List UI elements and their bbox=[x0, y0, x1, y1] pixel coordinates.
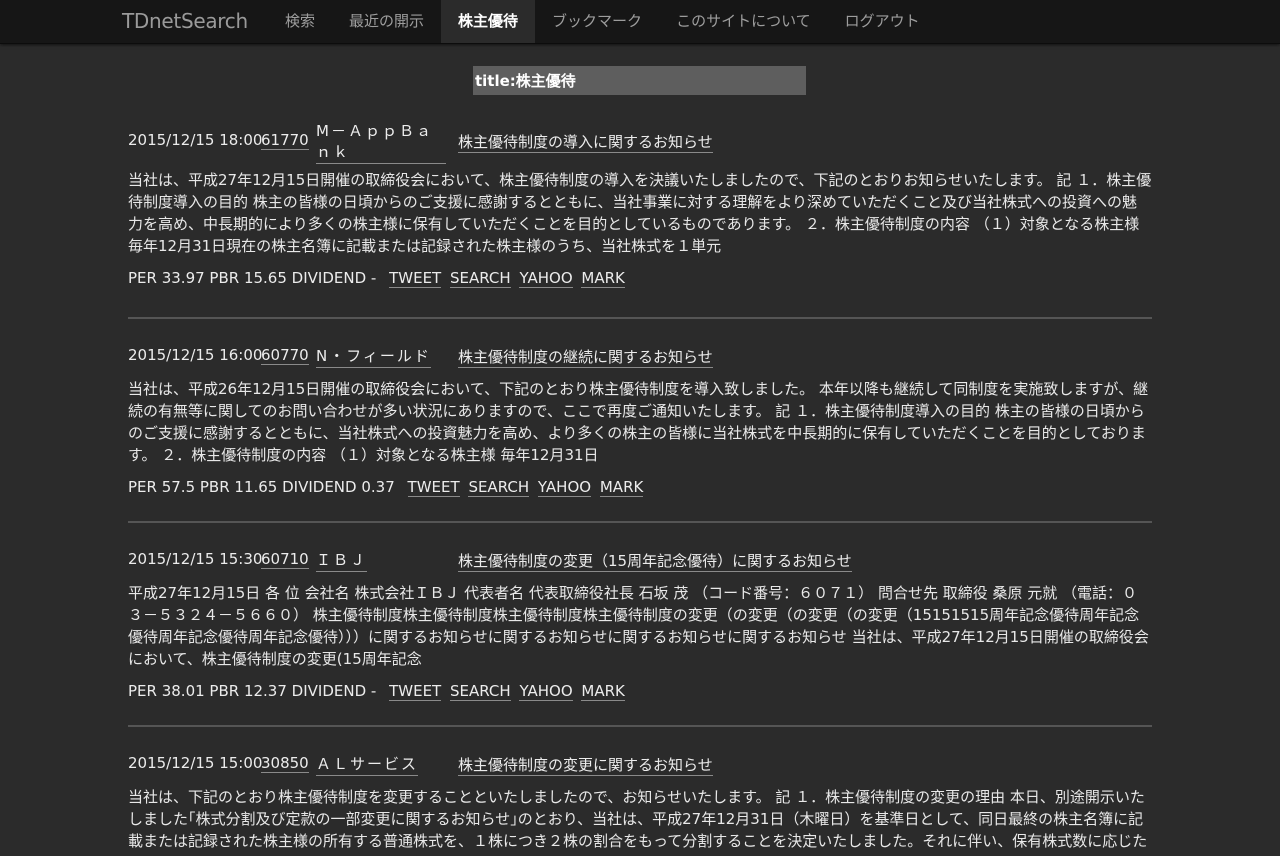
entry-code-link[interactable]: 61770 bbox=[261, 131, 309, 150]
entry-code-link[interactable]: 60770 bbox=[261, 346, 309, 365]
entry-summary: 当社は、平成26年12月15日開催の取締役会において、下記のとおり株主優待制度を… bbox=[128, 380, 1149, 464]
disclosure-entry: 2015/12/15 15:00 30850 ＡＬサービス 株主優待制度の変更に… bbox=[128, 754, 1152, 852]
entry-title-link[interactable]: 株主優待制度の継続に関するお知らせ bbox=[458, 346, 713, 368]
entry-metrics: PER 38.01 PBR 12.37 DIVIDEND - bbox=[128, 682, 377, 700]
nav-item-search[interactable]: 検索 bbox=[268, 0, 332, 43]
entry-header: 2015/12/15 18:00 61770 M－ＡｐｐＢａｎｋ 株主優待制度の… bbox=[128, 122, 1152, 164]
entry-title-link[interactable]: 株主優待制度の導入に関するお知らせ bbox=[458, 131, 713, 153]
yahoo-link[interactable]: YAHOO bbox=[519, 269, 573, 288]
entry-summary: 当社は、下記のとおり株主優待制度を変更することといたしましたので、お知らせいたし… bbox=[128, 788, 1148, 850]
search-input[interactable] bbox=[473, 66, 806, 95]
search-link[interactable]: SEARCH bbox=[450, 269, 511, 288]
nav-item-yutai[interactable]: 株主優待 bbox=[441, 0, 536, 43]
entry-company-link[interactable]: M－ＡｐｐＢａｎｋ bbox=[316, 121, 446, 164]
nav-item-logout[interactable]: ログアウト bbox=[828, 0, 937, 43]
entry-company-link[interactable]: ＩＢＪ bbox=[316, 550, 368, 572]
brand-link[interactable]: TDnetSearch bbox=[122, 0, 248, 43]
navbar: TDnetSearch 検索 最近の開示 株主優待 ブックマーク このサイトにつ… bbox=[0, 0, 1280, 44]
nav-item-bookmark[interactable]: ブックマーク bbox=[535, 0, 659, 43]
yahoo-link[interactable]: YAHOO bbox=[519, 682, 573, 701]
entry-metrics: PER 57.5 PBR 11.65 DIVIDEND 0.37 bbox=[128, 478, 395, 496]
entry-title-link[interactable]: 株主優待制度の変更に関するお知らせ bbox=[458, 754, 713, 776]
disclosure-entry: 2015/12/15 18:00 61770 M－ＡｐｐＢａｎｋ 株主優待制度の… bbox=[128, 122, 1152, 288]
entry-datetime: 2015/12/15 18:00 bbox=[128, 131, 263, 149]
disclosure-entry: 2015/12/15 16:00 60770 N・フィールド 株主優待制度の継続… bbox=[128, 346, 1152, 497]
entry-summary: 平成27年12月15日 各 位 会社名 株式会社ＩＢＪ 代表者名 代表取締役社長… bbox=[128, 584, 1149, 668]
divider bbox=[128, 317, 1152, 319]
entry-metrics: PER 33.97 PBR 15.65 DIVIDEND - bbox=[128, 269, 377, 287]
entry-company-link[interactable]: ＡＬサービス bbox=[316, 754, 419, 776]
entry-code-link[interactable]: 30850 bbox=[261, 754, 309, 773]
mark-link[interactable]: MARK bbox=[581, 269, 625, 288]
entry-meta: PER 33.97 PBR 15.65 DIVIDEND - TWEET SEA… bbox=[128, 269, 1152, 288]
disclosure-entry: 2015/12/15 15:30 60710 ＩＢＪ 株主優待制度の変更（15周… bbox=[128, 550, 1152, 701]
tweet-link[interactable]: TWEET bbox=[407, 478, 460, 497]
search-link[interactable]: SEARCH bbox=[450, 682, 511, 701]
entry-code-link[interactable]: 60710 bbox=[261, 550, 309, 569]
entry-datetime: 2015/12/15 16:00 bbox=[128, 346, 263, 364]
entry-summary: 当社は、平成27年12月15日開催の取締役会において、株主優待制度の導入を決議い… bbox=[128, 171, 1152, 255]
tweet-link[interactable]: TWEET bbox=[389, 682, 442, 701]
nav-item-about[interactable]: このサイトについて bbox=[659, 0, 828, 43]
entry-header: 2015/12/15 15:00 30850 ＡＬサービス 株主優待制度の変更に… bbox=[128, 754, 1152, 782]
nav-item-recent[interactable]: 最近の開示 bbox=[332, 0, 441, 43]
entry-header: 2015/12/15 15:30 60710 ＩＢＪ 株主優待制度の変更（15周… bbox=[128, 550, 1152, 578]
entry-meta: PER 57.5 PBR 11.65 DIVIDEND 0.37 TWEET S… bbox=[128, 478, 1152, 497]
divider bbox=[128, 725, 1152, 727]
entry-datetime: 2015/12/15 15:30 bbox=[128, 550, 263, 568]
yahoo-link[interactable]: YAHOO bbox=[537, 478, 592, 497]
nav-menu: 検索 最近の開示 株主優待 ブックマーク このサイトについて ログアウト bbox=[268, 0, 937, 43]
mark-link[interactable]: MARK bbox=[599, 478, 644, 497]
search-link[interactable]: SEARCH bbox=[468, 478, 530, 497]
entry-datetime: 2015/12/15 15:00 bbox=[128, 754, 263, 772]
entry-header: 2015/12/15 16:00 60770 N・フィールド 株主優待制度の継続… bbox=[128, 346, 1152, 374]
tweet-link[interactable]: TWEET bbox=[389, 269, 442, 288]
mark-link[interactable]: MARK bbox=[581, 682, 625, 701]
entry-company-link[interactable]: N・フィールド bbox=[316, 346, 431, 368]
entry-meta: PER 38.01 PBR 12.37 DIVIDEND - TWEET SEA… bbox=[128, 682, 1152, 701]
entry-title-link[interactable]: 株主優待制度の変更（15周年記念優待）に関するお知らせ bbox=[458, 550, 852, 572]
divider bbox=[128, 521, 1152, 523]
